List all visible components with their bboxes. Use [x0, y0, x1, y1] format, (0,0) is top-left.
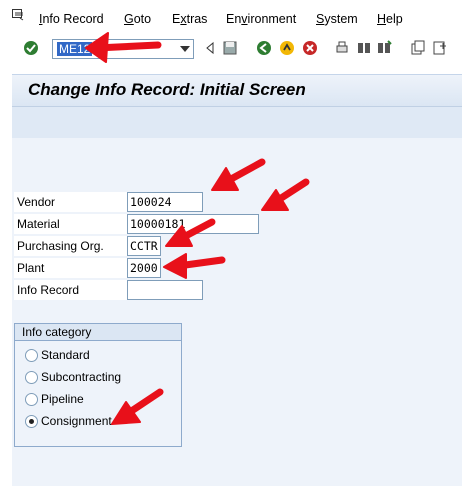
- radio-label: Consignment: [41, 414, 112, 428]
- radio-button[interactable]: [25, 371, 38, 384]
- radio-button[interactable]: [25, 349, 38, 362]
- title-bar: Change Info Record: Initial Screen: [12, 74, 462, 138]
- save-icon[interactable]: [222, 40, 238, 56]
- menu-icon[interactable]: [12, 9, 26, 21]
- purch-org-label: Purchasing Org.: [17, 239, 104, 253]
- print-icon[interactable]: [334, 40, 350, 56]
- toolbar: ME12: [0, 36, 462, 62]
- purch-org-input[interactable]: CCTR: [127, 236, 161, 256]
- enter-icon[interactable]: [23, 40, 39, 56]
- info-record-label: Info Record: [17, 283, 80, 297]
- menu-help[interactable]: Help: [377, 12, 403, 26]
- command-field-value[interactable]: ME12: [57, 42, 93, 56]
- menu-goto[interactable]: Goto: [124, 12, 151, 26]
- back-icon[interactable]: [256, 40, 272, 56]
- info-record-input[interactable]: [127, 280, 203, 300]
- radio-label: Standard: [41, 348, 90, 362]
- menu-extras[interactable]: Extras: [172, 12, 207, 26]
- create-session-icon[interactable]: [410, 40, 426, 56]
- radio-label: Subcontracting: [41, 370, 122, 384]
- info-category-group: Info category Standard Subcontracting Pi…: [14, 323, 182, 447]
- shortcut-icon[interactable]: [432, 40, 448, 56]
- menu-bar: Info Record Goto Extras Environment Syst…: [0, 0, 462, 36]
- radio-button-selected[interactable]: [25, 415, 38, 428]
- material-input[interactable]: 10000181: [127, 214, 259, 234]
- info-category-title: Info category: [15, 324, 181, 341]
- radio-button[interactable]: [25, 393, 38, 406]
- command-field[interactable]: ME12: [52, 39, 194, 59]
- menu-system[interactable]: System: [316, 12, 358, 26]
- back-arrow-icon[interactable]: [202, 40, 218, 56]
- radio-label: Pipeline: [41, 392, 84, 406]
- chevron-down-icon[interactable]: [180, 46, 190, 52]
- find-next-icon[interactable]: [376, 40, 392, 56]
- menu-info-record[interactable]: Info Record: [39, 12, 104, 26]
- menu-environment[interactable]: Environment: [226, 12, 296, 26]
- cancel-icon[interactable]: [302, 40, 318, 56]
- plant-label: Plant: [17, 261, 45, 275]
- vendor-label: Vendor: [17, 195, 56, 209]
- material-label: Material: [17, 217, 60, 231]
- vendor-input[interactable]: 100024: [127, 192, 203, 212]
- title-strip: Change Info Record: Initial Screen: [12, 75, 462, 107]
- exit-icon[interactable]: [279, 40, 295, 56]
- find-icon[interactable]: [356, 40, 372, 56]
- plant-input[interactable]: 2000: [127, 258, 161, 278]
- page-title: Change Info Record: Initial Screen: [28, 80, 306, 99]
